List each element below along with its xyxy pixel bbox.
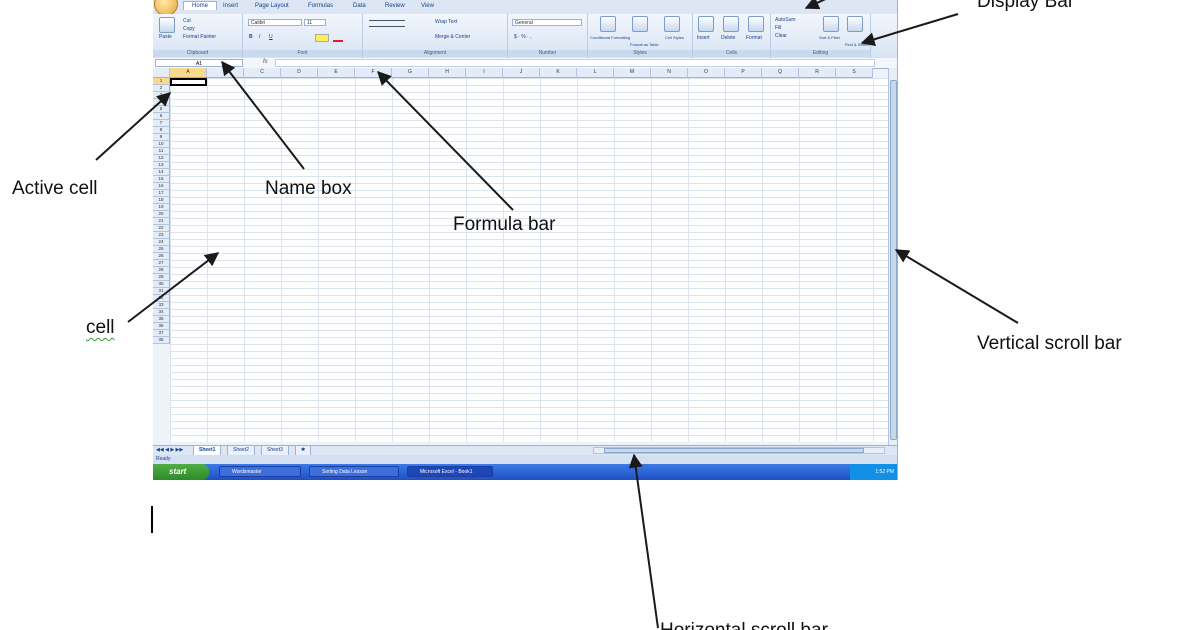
text-cursor [151, 506, 153, 533]
callout-arrows [95, 0, 1019, 629]
arrow-vertical-scroll-bar [894, 249, 1019, 324]
arrow-cell [127, 252, 220, 323]
label-horizontal-scroll-bar: Horizontal scroll bar [660, 620, 828, 630]
label-formula-bar: Formula bar [453, 214, 556, 235]
label-active-cell: Active cell [12, 178, 98, 199]
label-vertical-scroll-bar: Vertical scroll bar [977, 333, 1122, 354]
arrow-horizontal-scroll-bar [628, 453, 659, 629]
arrow-display-bar-top [804, 0, 826, 10]
arrow-name-box [221, 60, 305, 170]
arrow-active-cell [95, 92, 172, 161]
label-display-bar: Display Bar [977, 0, 1075, 12]
arrow-display-bar [860, 13, 959, 47]
label-name-box: Name box [265, 178, 352, 199]
diagram-stage: Home Insert Page Layout Formulas Data Re… [0, 0, 1200, 630]
arrow-formula-bar [377, 70, 514, 211]
label-cell: cell [86, 317, 115, 338]
